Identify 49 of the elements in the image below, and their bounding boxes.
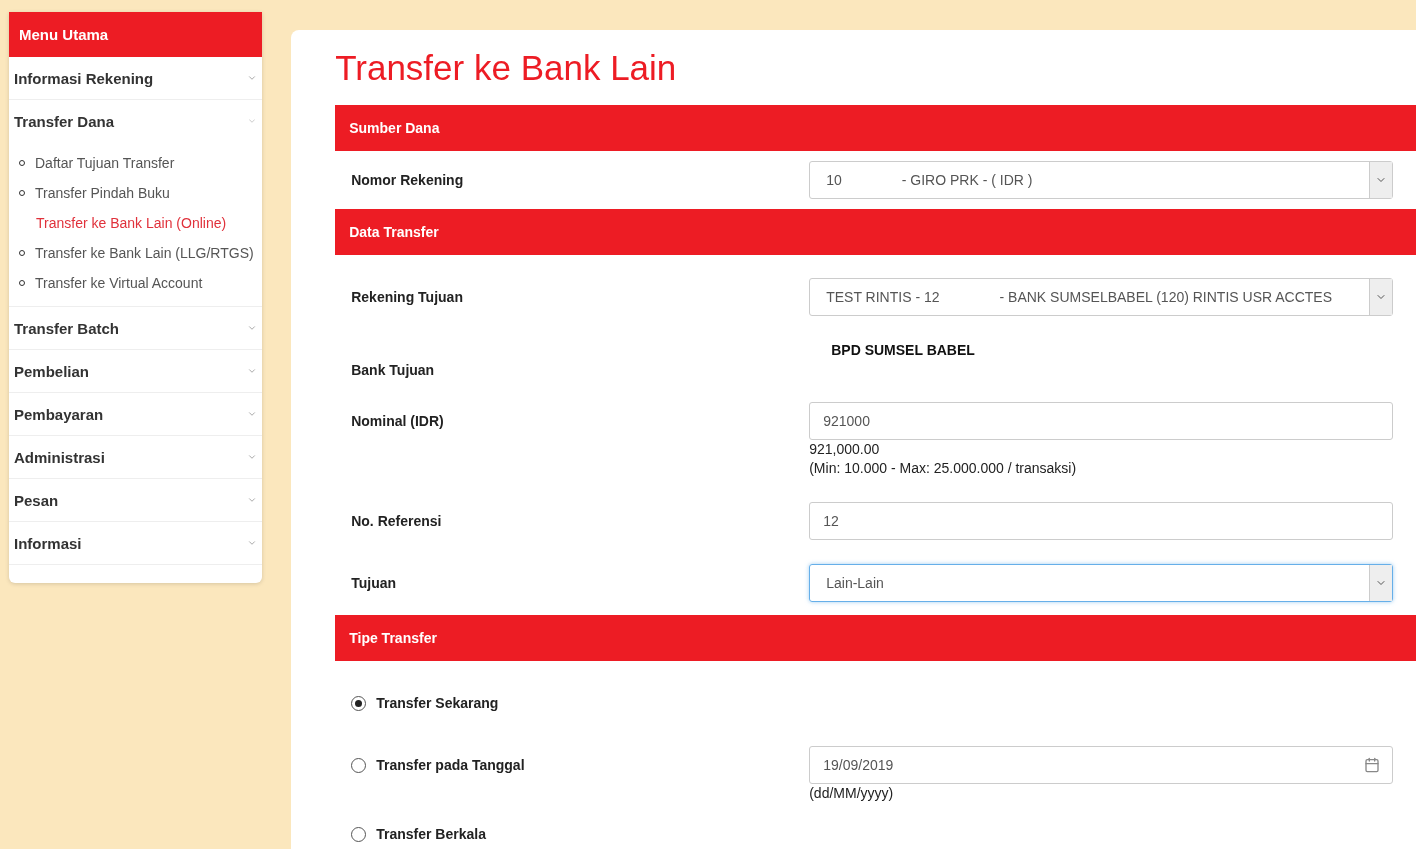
menu-item[interactable]: Pembayaran (9, 393, 263, 435)
chevron-icon (247, 366, 258, 376)
submenu-item[interactable]: Transfer ke Bank Lain (LLG/RTGS) (35, 245, 254, 261)
field-label: Bank Tujuan (351, 362, 435, 378)
submenu-item[interactable]: Transfer ke Virtual Account (35, 275, 203, 291)
field-hint: (dd/MM/yyyy) (809, 784, 895, 803)
chevron-icon (247, 73, 258, 83)
chevron-icon (247, 116, 258, 126)
menu-item[interactable]: Pembelian (9, 350, 263, 392)
menu-item[interactable]: Transfer Dana (9, 100, 263, 142)
menu-item[interactable]: Informasi Rekening (9, 57, 263, 99)
caret-icon (1369, 279, 1392, 315)
field-value: BPD SUMSEL BABEL (830, 341, 976, 358)
date-field[interactable]: 19/09/2019 (809, 746, 1393, 784)
page-title: Transfer ke Bank Lain (335, 48, 678, 88)
section-header: Sumber Dana (335, 105, 1416, 151)
caret-icon (1369, 565, 1392, 601)
select-field[interactable]: Lain-Lain (809, 564, 1393, 602)
sidebar-title: Menu Utama (9, 12, 263, 57)
input-field[interactable]: 921000 (809, 402, 1393, 440)
menu-item[interactable]: Informasi (9, 522, 263, 564)
submenu-item[interactable]: Transfer Pindah Buku (35, 185, 170, 201)
submenu-item[interactable]: Daftar Tujuan Transfer (35, 155, 175, 171)
chevron-icon (247, 538, 258, 548)
chevron-icon (247, 452, 258, 462)
submenu-item[interactable]: Transfer ke Bank Lain (Online) (36, 215, 227, 231)
menu-item[interactable]: Transfer Batch (9, 307, 263, 349)
field-note: (Min: 10.000 - Max: 25.000.000 / transaksi) (809, 459, 1078, 478)
section-header: Tipe Transfer (335, 615, 1416, 661)
select-field[interactable]: TEST RINTIS - 12 - BANK SUMSELBABEL (120) RINTIS USR ACCTES (809, 278, 1393, 316)
chevron-icon (247, 323, 258, 333)
calendar-icon (1364, 757, 1380, 773)
chevron-icon (247, 495, 258, 505)
menu-item[interactable]: Pesan (9, 479, 263, 521)
field-label: Rekening Tujuan (351, 289, 463, 305)
field-label: Tujuan (351, 575, 397, 591)
chevron-icon (247, 409, 258, 419)
radio-option[interactable]: Transfer pada Tanggal (351, 757, 525, 773)
caret-icon (1369, 162, 1392, 198)
radio-option[interactable]: Transfer Berkala (351, 826, 486, 842)
field-label: Nominal (IDR) (351, 413, 444, 429)
select-field[interactable]: 10 - GIRO PRK - ( IDR ) (809, 161, 1393, 199)
menu-item[interactable]: Administrasi (9, 436, 263, 478)
field-note: 921,000.00 (809, 440, 881, 459)
field-label: No. Referensi (351, 513, 442, 529)
radio-option[interactable]: Transfer Sekarang (351, 695, 499, 711)
section-header: Data Transfer (335, 209, 1416, 255)
field-label: Nomor Rekening (351, 172, 464, 188)
input-field[interactable]: 12 (809, 502, 1393, 540)
